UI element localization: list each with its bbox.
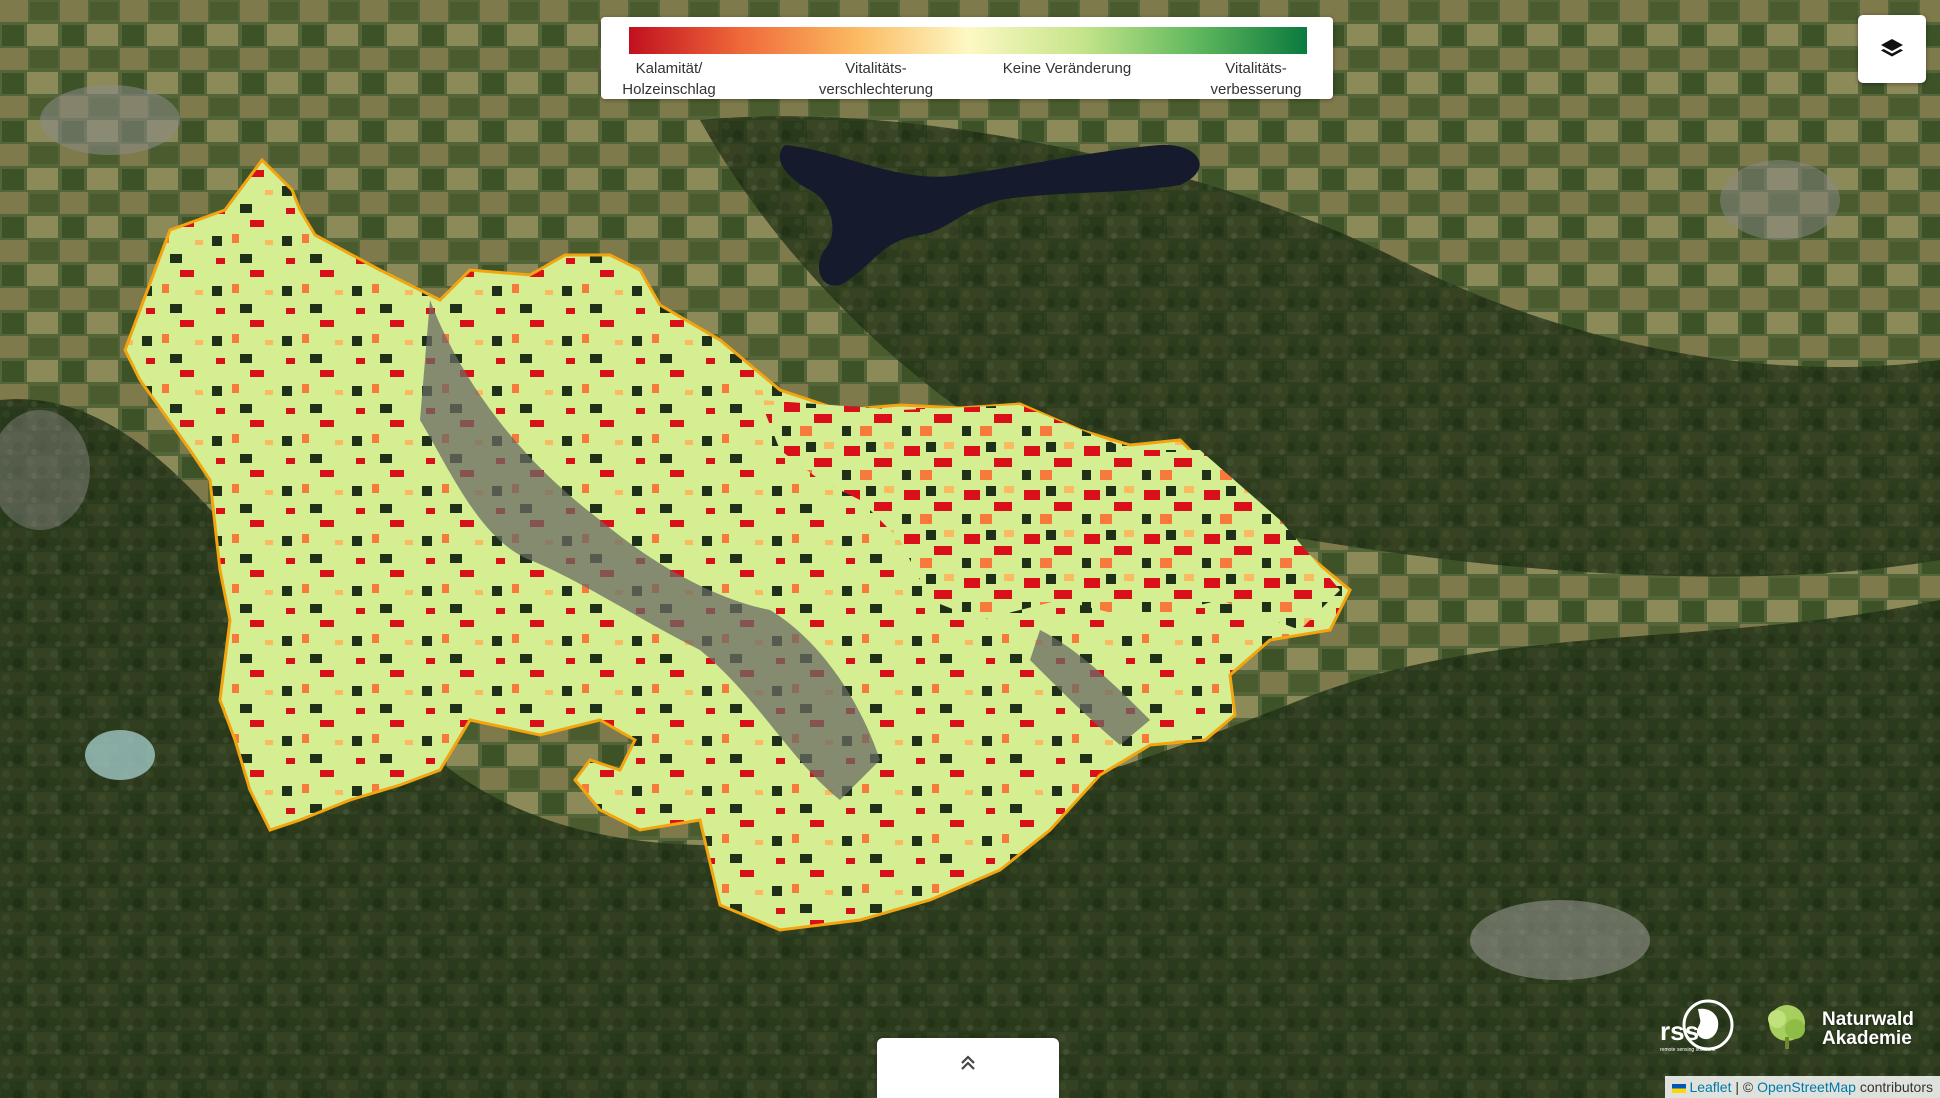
openstreetmap-link[interactable]: OpenStreetMap bbox=[1757, 1079, 1856, 1095]
naturwald-akademie-logo: Naturwald Akademie bbox=[1760, 997, 1940, 1057]
tree-icon bbox=[1768, 1005, 1805, 1049]
town-area bbox=[1720, 160, 1840, 240]
legend-color-gradient bbox=[629, 27, 1307, 54]
svg-text:rss: rss bbox=[1660, 1016, 1699, 1046]
layers-icon bbox=[1881, 39, 1903, 57]
legend-label-no-change: Keine Veränderung bbox=[1002, 60, 1132, 77]
map-attribution: Leaflet | © OpenStreetMap contributors bbox=[1665, 1076, 1940, 1098]
legend-label-improvement: Vitalitäts- verbesserung bbox=[1210, 60, 1302, 98]
satellite-basemap bbox=[0, 0, 1940, 1098]
town-area bbox=[1470, 900, 1650, 980]
town-area bbox=[40, 85, 180, 155]
legend-label-deterioration: Vitalitäts- verschlechterung bbox=[818, 60, 934, 98]
chevron-double-up-icon bbox=[961, 1055, 975, 1070]
quarry-area bbox=[85, 730, 155, 780]
svg-text:remote sensing solutions: remote sensing solutions bbox=[1660, 1047, 1716, 1053]
legend: Kalamität/ Holzeinschlag Vitalitäts- ver… bbox=[601, 17, 1333, 99]
leaflet-link[interactable]: Leaflet bbox=[1689, 1079, 1731, 1095]
rss-logo: rss remote sensing solutions bbox=[1658, 995, 1738, 1061]
map-canvas[interactable]: Kalamität/ Holzeinschlag Vitalitäts- ver… bbox=[0, 0, 1940, 1098]
ukraine-flag-icon bbox=[1672, 1084, 1687, 1093]
legend-label-calamity: Kalamität/ Holzeinschlag bbox=[622, 60, 716, 98]
attribution-suffix: contributors bbox=[1855, 1079, 1933, 1095]
panel-expand-button[interactable] bbox=[877, 1038, 1059, 1098]
layer-control-button[interactable] bbox=[1858, 15, 1926, 83]
attribution-separator: | © bbox=[1731, 1079, 1758, 1095]
